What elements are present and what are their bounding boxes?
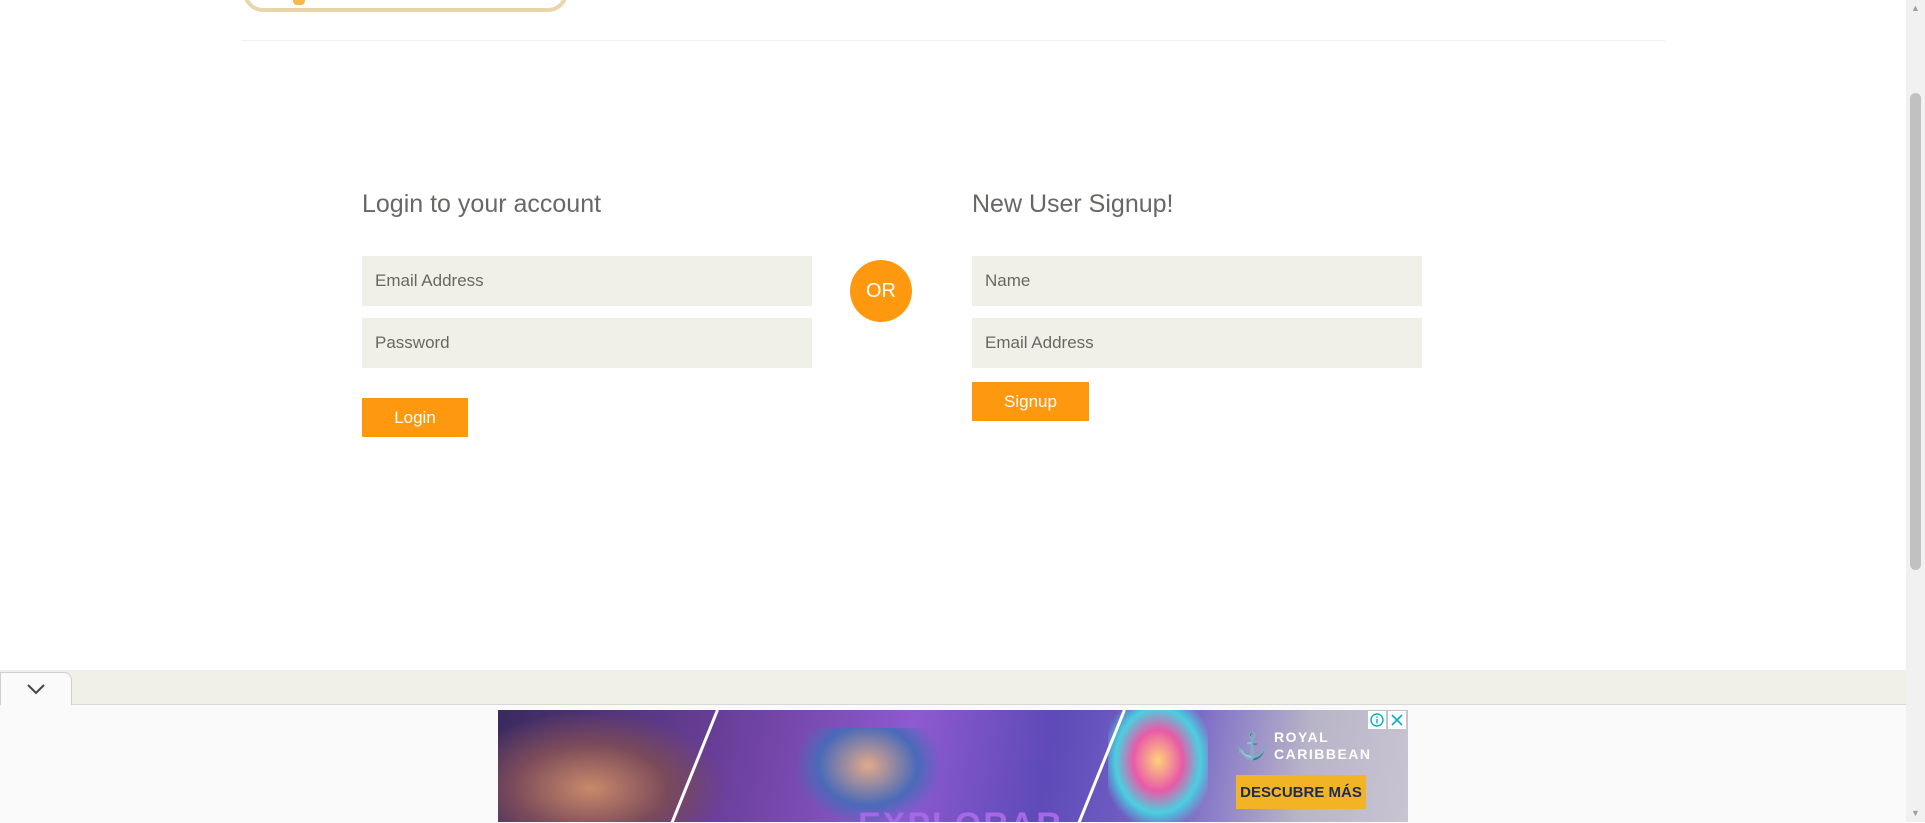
or-divider: OR xyxy=(850,260,912,322)
ad-brand-line1: ROYAL xyxy=(1274,729,1330,745)
page-scrollbar[interactable]: ▲ ▼ xyxy=(1906,0,1925,822)
scroll-down-arrow-icon[interactable]: ▼ xyxy=(1906,805,1925,822)
ad-headline: EXPLORAR xyxy=(858,806,1063,822)
scroll-up-arrow-icon[interactable]: ▲ xyxy=(1906,0,1925,17)
login-form-title: Login to your account xyxy=(362,190,602,218)
ad-banner[interactable]: ⚓ ROYAL CARIBBEAN DESCUBRE MÁS EXPLORAR xyxy=(498,710,1408,822)
info-icon[interactable] xyxy=(1368,711,1386,729)
ad-collapse-tab[interactable] xyxy=(0,672,72,705)
signup-name-input[interactable] xyxy=(972,256,1422,306)
logo-mark xyxy=(293,0,305,5)
close-icon[interactable] xyxy=(1388,711,1406,729)
chevron-down-icon xyxy=(27,684,45,695)
header-divider xyxy=(241,40,1665,41)
ad-cta-button[interactable]: DESCUBRE MÁS xyxy=(1236,775,1366,809)
ad-controls xyxy=(1368,711,1406,729)
crown-anchor-icon: ⚓ xyxy=(1236,731,1269,761)
login-button[interactable]: Login xyxy=(362,398,468,437)
scrollbar-thumb[interactable] xyxy=(1910,93,1921,570)
signup-button[interactable]: Signup xyxy=(972,382,1089,421)
login-password-input[interactable] xyxy=(362,318,812,368)
ad-image-waterslide xyxy=(1108,710,1208,822)
login-email-input[interactable] xyxy=(362,256,812,306)
site-logo[interactable] xyxy=(243,0,568,12)
ad-brand-line2: CARIBBEAN xyxy=(1274,746,1372,762)
signup-form-title: New User Signup! xyxy=(972,190,1174,218)
ad-brand: ROYAL CARIBBEAN xyxy=(1274,729,1384,763)
signup-email-input[interactable] xyxy=(972,318,1422,368)
